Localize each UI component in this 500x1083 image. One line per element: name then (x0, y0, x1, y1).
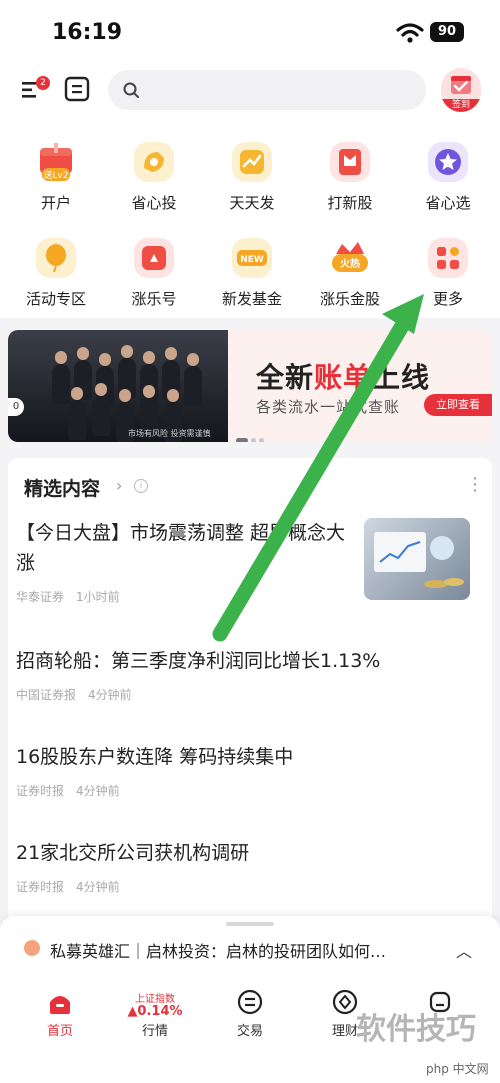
grid-label: 省心选 (425, 194, 471, 212)
trade-icon (237, 989, 263, 1015)
grid-item-select[interactable]: 省心选 (400, 122, 496, 212)
grid-item-daily[interactable]: 天天发 (204, 122, 300, 212)
new-fund-tag: NEW (240, 255, 264, 265)
drag-handle[interactable] (226, 922, 274, 926)
zhangle-icon (134, 238, 174, 278)
tab-home[interactable]: 首页 (10, 988, 110, 1058)
more-grid-icon (428, 238, 468, 278)
grid-label: 涨乐号 (131, 290, 177, 308)
growth-icon (232, 142, 272, 182)
bottom-sheet: 私募英雄汇｜启林投资：启林的投研团队如何… ︿ 首页 上证指数 ▲0.14% 行… (0, 916, 500, 1083)
search-bar[interactable] (108, 70, 426, 110)
grid-label: 省心投 (131, 194, 177, 212)
tab-label: 首页 (46, 1024, 73, 1039)
status-time: 16:19 (52, 20, 123, 45)
grid-item-new-fund[interactable]: NEW 新发基金 (204, 218, 300, 308)
grid-label: 更多 (432, 290, 463, 308)
news-time: 4分钟前 (88, 688, 132, 702)
watermark-text: 软件技巧 (356, 1012, 476, 1047)
search-icon (123, 82, 139, 98)
news-source: 中国证券报 (16, 688, 77, 702)
gold-stock-tag: 火热 (340, 257, 360, 270)
news-item[interactable]: 【今日大盘】市场震荡调整 超导概念大涨 华泰证券 1小时前 (16, 518, 346, 605)
new-fund-icon: NEW (232, 238, 272, 278)
more-options-icon[interactable]: ⋮ (466, 474, 484, 495)
banner-pager (236, 428, 267, 442)
task-list-icon[interactable] (64, 75, 90, 103)
news-time: 1小时前 (76, 590, 120, 604)
grid-item-invest[interactable]: 省心投 (106, 122, 202, 212)
news-meta: 证券时报 4分钟前 (16, 878, 470, 895)
grid-label: 涨乐金股 (319, 290, 380, 308)
ticker-text[interactable]: 私募英雄汇｜启林投资：启林的投研团队如何… (50, 938, 440, 962)
tab-market[interactable]: 上证指数 ▲0.14% 行情 (105, 988, 205, 1058)
banner-subtitle: 各类流水一站式查账 (256, 398, 401, 416)
open-account-tag: 送Lv2 (43, 169, 68, 181)
grid-label: 活动专区 (25, 290, 86, 308)
tab-label: 交易 (236, 1024, 263, 1039)
grid-item-ipo[interactable]: 打新股 (302, 122, 398, 212)
wealth-icon (332, 989, 358, 1015)
tab-trade[interactable]: 交易 (200, 988, 300, 1058)
news-item[interactable]: 招商轮船：第三季度净利润同比增长1.13% 中国证券报 4分钟前 (16, 646, 470, 703)
chevron-right-icon[interactable]: › (116, 476, 122, 495)
signin-button[interactable]: 签到 (441, 68, 481, 112)
quick-entry-grid: 送Lv2 开户 省心投 天天发 打新股 省心选 活动专区 涨乐号 NEW 新发基… (0, 122, 500, 318)
banner-team-photo: 市场有风险 投资需谨慎 (8, 330, 228, 442)
grid-label: 打新股 (327, 194, 373, 212)
info-icon[interactable]: i (134, 479, 148, 493)
banner-risk-note: 市场有风险 投资需谨慎 (128, 429, 211, 438)
news-meta: 证券时报 4分钟前 (16, 782, 470, 799)
calendar-check-icon (451, 76, 471, 94)
news-meta: 华泰证券 1小时前 (16, 588, 346, 605)
status-bar: 16:19 90 (0, 0, 500, 62)
grid-item-zhangle[interactable]: 涨乐号 (106, 218, 202, 308)
star-icon (428, 142, 468, 182)
ticker-dot-icon (24, 940, 40, 956)
grid-item-more[interactable]: 更多 (400, 218, 496, 308)
search-input[interactable] (148, 70, 418, 110)
grid-label: 开户 (40, 194, 71, 212)
watermark-subtext: php 中文网 (426, 1062, 489, 1076)
signin-label: 签到 (441, 99, 481, 112)
news-meta: 中国证券报 4分钟前 (16, 686, 470, 703)
battery-indicator: 90 (430, 22, 464, 42)
chevron-up-icon[interactable]: ︿ (456, 938, 472, 962)
open-account-icon: 送Lv2 (40, 143, 72, 181)
grid-label: 新发基金 (221, 290, 282, 308)
gold-stock-icon: 火热 (332, 242, 368, 272)
news-item[interactable]: 21家北交所公司获机构调研 证券时报 4分钟前 (16, 838, 470, 895)
home-icon (50, 996, 70, 1014)
invest-icon (134, 142, 174, 182)
grid-item-open-account[interactable]: 送Lv2 开户 (8, 122, 104, 212)
news-source: 华泰证券 (16, 590, 65, 604)
top-bar: 2 签到 (0, 62, 500, 122)
banner-view-button[interactable]: 立即查看 (424, 394, 492, 416)
news-title[interactable]: 招商轮船：第三季度净利润同比增长1.13% (16, 646, 470, 676)
news-item[interactable]: 16股股东户数连降 筹码持续集中 证券时报 4分钟前 (16, 742, 470, 799)
news-time: 4分钟前 (76, 784, 120, 798)
section-title[interactable]: 精选内容 (24, 474, 100, 501)
news-thumbnail[interactable] (364, 518, 470, 600)
news-title[interactable]: 21家北交所公司获机构调研 (16, 838, 470, 868)
news-title[interactable]: 16股股东户数连降 筹码持续集中 (16, 742, 470, 772)
news-source: 证券时报 (16, 784, 65, 798)
grid-label: 天天发 (229, 194, 275, 212)
grid-item-gold-stock[interactable]: 火热 涨乐金股 (302, 218, 398, 308)
news-time: 4分钟前 (76, 880, 120, 894)
banner-title: 全新账单上线 (256, 361, 431, 394)
news-title[interactable]: 【今日大盘】市场震荡调整 超导概念大涨 (16, 518, 346, 578)
ipo-icon (330, 142, 370, 182)
finance-chart-image (374, 532, 464, 588)
promo-banner[interactable]: 市场有风险 投资需谨慎 0 全新账单上线 各类流水一站式查账 立即查看 (8, 330, 492, 442)
news-source: 证券时报 (16, 880, 65, 894)
balloon-icon (36, 238, 76, 278)
tab-label: 行情 (141, 1024, 168, 1039)
index-name: 上证指数 (135, 994, 175, 1005)
wifi-icon (396, 23, 424, 43)
index-change: ▲0.14% (127, 1004, 183, 1019)
notification-badge: 2 (36, 76, 50, 90)
grid-item-activity[interactable]: 活动专区 (8, 218, 104, 308)
